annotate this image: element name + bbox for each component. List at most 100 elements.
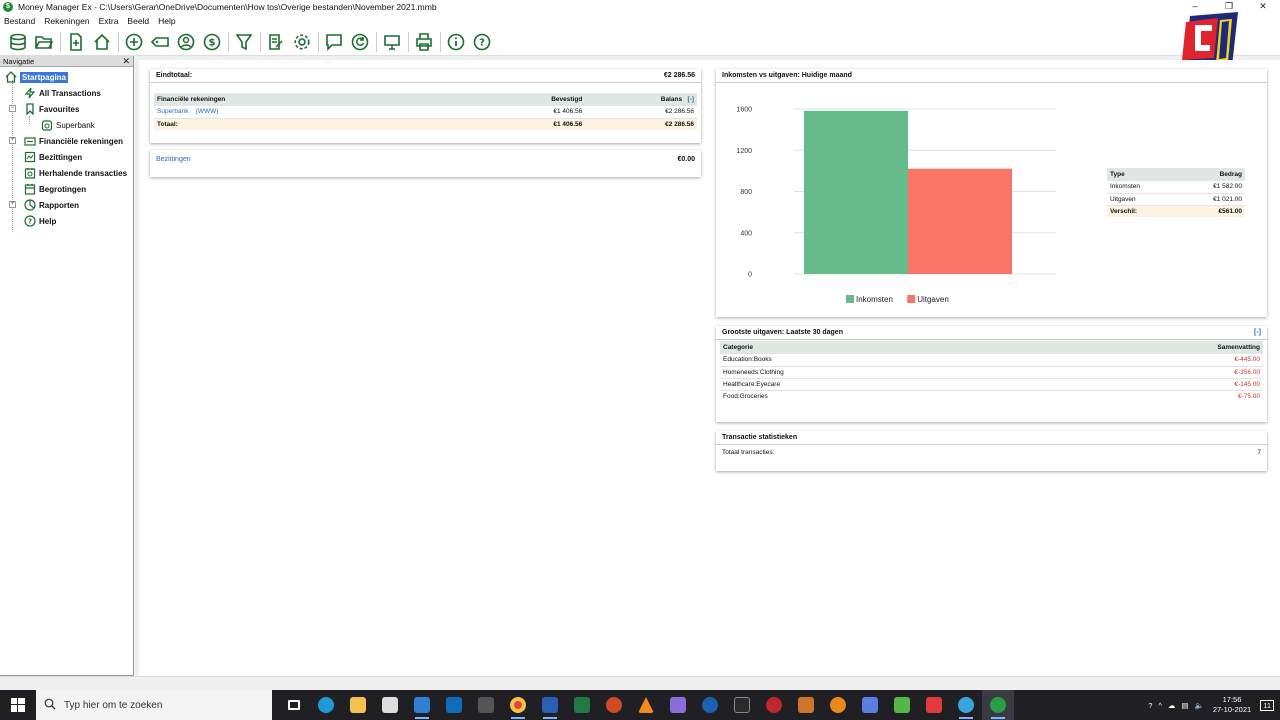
money-manager-icon[interactable] (982, 690, 1014, 720)
confirmed-value: €1 406.56 (479, 106, 586, 119)
col-category: Categorie (720, 341, 1035, 354)
info-icon[interactable] (446, 32, 466, 52)
nav-item-favourites[interactable]: − Favourites (0, 101, 133, 117)
add-transaction-icon[interactable] (124, 32, 144, 52)
nav-item-home[interactable]: Startpagina (0, 69, 133, 85)
menu-beeld[interactable]: Beeld (127, 16, 149, 26)
word-icon[interactable] (534, 690, 566, 720)
menu-extra[interactable]: Extra (99, 16, 119, 26)
app-red-c-icon[interactable] (918, 690, 950, 720)
file-explorer-icon[interactable] (342, 690, 374, 720)
expenses-header: Grootste uitgaven: Laatste 30 dagen [-] (716, 326, 1267, 340)
store-icon[interactable] (374, 690, 406, 720)
amount-expense: €1 021.00 (1177, 193, 1245, 206)
chart-title: Inkomsten vs uitgaven: Huidige maand (722, 72, 852, 79)
clock[interactable]: 17:56 27-10-2021 (1213, 695, 1251, 715)
chat-icon[interactable] (324, 32, 344, 52)
toolbar: $ ? (0, 28, 1280, 56)
expand-toggle[interactable]: + (9, 201, 16, 208)
app-green-c-icon[interactable] (886, 690, 918, 720)
app-blue-icon[interactable] (854, 690, 886, 720)
app-orange-icon[interactable] (822, 690, 854, 720)
chrome-icon[interactable] (502, 690, 534, 720)
volume-icon[interactable]: 🔈 (1194, 701, 1203, 710)
vlc-icon[interactable] (630, 690, 662, 720)
search-placeholder: Typ hier om te zoeken (64, 699, 163, 711)
nav-item-all-transactions[interactable]: All Transactions (0, 85, 133, 101)
collapse-toggle[interactable]: [-] (688, 96, 695, 103)
assets-link[interactable]: Bezittingen (156, 153, 191, 167)
nav-title: Navigatie (3, 57, 35, 66)
totals-label: Totaal: (154, 118, 480, 130)
windows-start-icon[interactable] (0, 690, 36, 720)
mail-icon[interactable] (406, 690, 438, 720)
database-icon[interactable] (8, 32, 28, 52)
user-icon[interactable] (176, 32, 196, 52)
pie-chart-icon (23, 199, 36, 212)
nav-label-budgets: Begrotingen (39, 184, 87, 194)
chart-header: Inkomsten vs uitgaven: Huidige maand (716, 69, 1267, 83)
app-globe-icon[interactable] (950, 690, 982, 720)
stats-title: Transactie statistieken (722, 434, 798, 441)
cloud-icon[interactable]: ☁ (1168, 701, 1176, 710)
print-icon[interactable] (414, 32, 434, 52)
edge-icon[interactable] (310, 690, 342, 720)
search-icon (44, 698, 56, 713)
menu-rekeningen[interactable]: Rekeningen (44, 16, 89, 26)
menu-help[interactable]: Help (158, 16, 175, 26)
nav-label-recurring: Herhalende transacties (39, 168, 128, 178)
category-cell: Healthcare:Eyecare (720, 378, 1035, 391)
legend-label: Inkomsten (856, 295, 893, 304)
expand-toggle[interactable]: + (9, 137, 16, 144)
app-pen-icon[interactable] (790, 690, 822, 720)
network-icon[interactable]: ▤ (1181, 701, 1188, 710)
filter-icon[interactable] (234, 32, 254, 52)
nav-item-assets[interactable]: Bezittingen (0, 149, 133, 165)
nav-item-budgets[interactable]: Begrotingen (0, 181, 133, 197)
category-cell: Homeneeds:Clothing (720, 366, 1035, 379)
notification-icon[interactable]: 11 (1260, 699, 1274, 711)
new-file-icon[interactable] (66, 32, 86, 52)
open-folder-icon[interactable] (34, 32, 54, 52)
nav-item-superbank[interactable]: Superbank (0, 117, 133, 133)
help-icon[interactable]: ? (472, 32, 492, 52)
payee-tag-icon[interactable] (150, 32, 170, 52)
edit-document-icon[interactable] (266, 32, 286, 52)
nav-item-financial-accounts[interactable]: + Financiële rekeningen (0, 133, 133, 149)
calculator-icon[interactable] (470, 690, 502, 720)
nav-item-recurring[interactable]: Herhalende transacties (0, 165, 133, 181)
refresh-icon[interactable] (350, 32, 370, 52)
home-icon[interactable] (92, 32, 112, 52)
currency-icon[interactable]: $ (202, 32, 222, 52)
settings-icon[interactable] (292, 32, 312, 52)
stats-value: 7 (1257, 449, 1261, 456)
app-c-icon[interactable] (694, 690, 726, 720)
help-tray-icon[interactable]: ? (1148, 701, 1152, 710)
outlook-icon[interactable] (438, 690, 470, 720)
collapse-toggle[interactable]: − (9, 105, 16, 112)
account-link[interactable]: Superbank (157, 108, 188, 115)
app-purple-icon[interactable] (662, 690, 694, 720)
menu-bestand[interactable]: Bestand (4, 16, 35, 26)
col-type: Type (1107, 168, 1178, 181)
nav-label-all: All Transactions (39, 88, 101, 98)
powerpoint-icon[interactable] (598, 690, 630, 720)
excel-icon[interactable] (566, 690, 598, 720)
table-row: Homeneeds:Clothing €-356.00 (720, 366, 1263, 379)
app-dark-icon[interactable] (726, 690, 758, 720)
app-red-icon[interactable] (758, 690, 790, 720)
close-button[interactable]: ✕ (1246, 0, 1280, 14)
totals-balance: €2 286.56 (585, 118, 697, 130)
expenses-table: Categorie Samenvatting Education:Books €-… (720, 341, 1263, 402)
nav-header: Navigatie ✕ (0, 56, 133, 67)
nav-item-reports[interactable]: + Rapporten (0, 197, 133, 213)
account-web-link[interactable]: (WWW) (196, 108, 219, 115)
taskbar-search[interactable]: Typ hier om te zoeken (36, 690, 272, 720)
task-view-icon[interactable] (278, 690, 310, 720)
taskbar: Typ hier om te zoeken ? ^ ☁ ▤ 🔈 17:56 27… (0, 690, 1280, 720)
chevron-up-icon[interactable]: ^ (1158, 701, 1162, 710)
monitor-icon[interactable] (382, 32, 402, 52)
close-icon[interactable]: ✕ (122, 56, 130, 67)
collapse-toggle[interactable]: [-] (1254, 326, 1261, 339)
nav-item-help[interactable]: ? Help (0, 213, 133, 229)
